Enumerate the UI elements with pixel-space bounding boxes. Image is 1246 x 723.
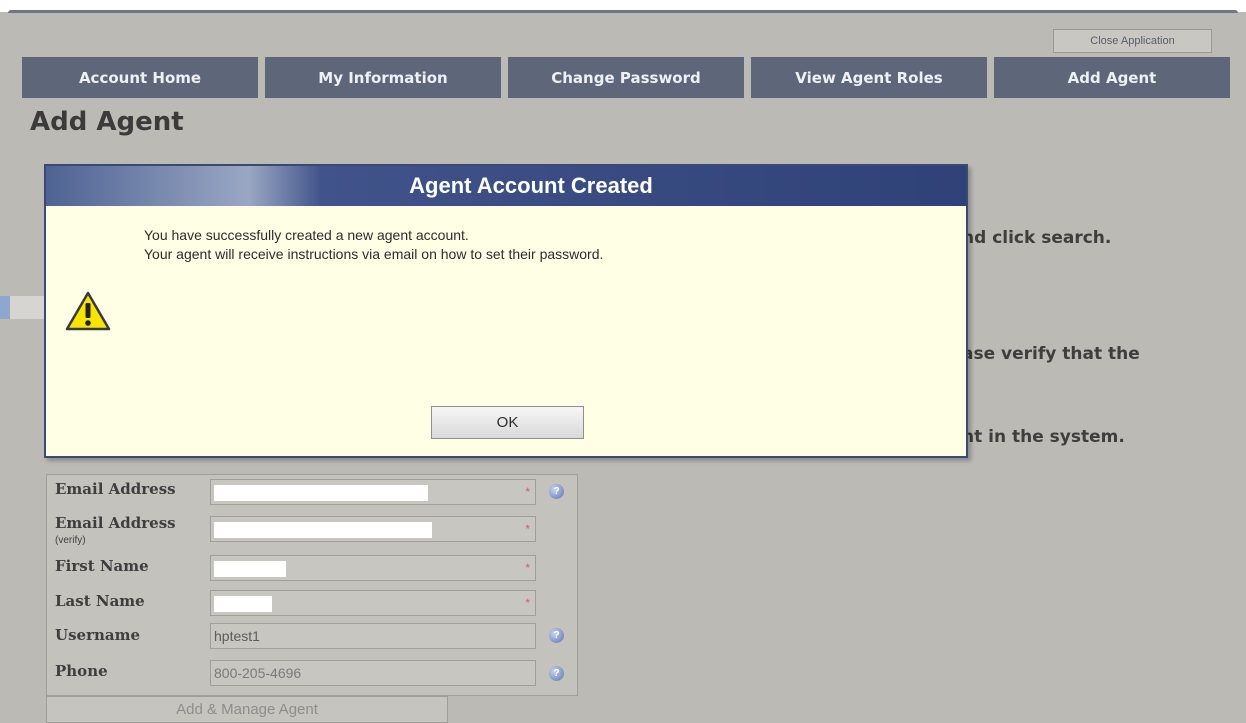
page-title: Add Agent bbox=[30, 107, 184, 137]
tab-change-password[interactable]: Change Password bbox=[508, 57, 744, 98]
email-verify-value bbox=[214, 522, 432, 538]
required-marker: * bbox=[525, 596, 530, 610]
phone-value: 800-205-4696 bbox=[214, 665, 302, 681]
required-marker: * bbox=[525, 485, 530, 499]
phone-field[interactable]: 800-205-4696 bbox=[210, 660, 536, 686]
last-name-label: Last Name bbox=[55, 592, 145, 610]
tab-my-information[interactable]: My Information bbox=[265, 57, 501, 98]
username-value: hptest1 bbox=[214, 628, 260, 644]
background-instruction-text: nd click search. bbox=[962, 228, 1112, 248]
dialog-title: Agent Account Created bbox=[46, 166, 966, 206]
email-verify-sublabel: (verify) bbox=[55, 535, 86, 546]
dialog-message-line2: Your agent will receive instructions via… bbox=[144, 246, 604, 262]
help-icon[interactable]: ? bbox=[549, 484, 564, 499]
warning-icon bbox=[65, 291, 111, 331]
window-frame-bar bbox=[8, 10, 1238, 13]
first-name-value bbox=[214, 561, 286, 577]
first-name-label: First Name bbox=[55, 557, 149, 575]
tab-account-home[interactable]: Account Home bbox=[22, 57, 258, 98]
first-name-field[interactable]: * bbox=[210, 555, 536, 581]
email-address-value bbox=[214, 485, 428, 501]
help-icon[interactable]: ? bbox=[549, 666, 564, 681]
close-application-button[interactable]: Close Application bbox=[1053, 29, 1212, 53]
tab-add-agent[interactable]: Add Agent bbox=[994, 57, 1230, 98]
add-manage-agent-button[interactable]: Add & Manage Agent bbox=[46, 696, 448, 723]
side-panel-tab[interactable] bbox=[0, 296, 46, 319]
ok-button[interactable]: OK bbox=[431, 406, 584, 439]
background-instruction-text: ase verify that the bbox=[962, 344, 1140, 364]
email-verify-field[interactable]: * bbox=[210, 516, 536, 542]
background-instruction-text: nt in the system. bbox=[962, 427, 1125, 447]
required-marker: * bbox=[525, 522, 530, 536]
username-label: Username bbox=[55, 626, 141, 644]
required-marker: * bbox=[525, 561, 530, 575]
help-icon[interactable]: ? bbox=[549, 628, 564, 643]
last-name-value bbox=[214, 596, 272, 612]
last-name-field[interactable]: * bbox=[210, 590, 536, 616]
email-verify-label: Email Address bbox=[55, 514, 176, 532]
dialog-message-line1: You have successfully created a new agen… bbox=[144, 227, 469, 243]
email-address-label: Email Address bbox=[55, 480, 176, 498]
username-field[interactable]: hptest1 bbox=[210, 623, 536, 649]
tab-view-agent-roles[interactable]: View Agent Roles bbox=[751, 57, 987, 98]
agent-created-dialog: Agent Account Created You have successfu… bbox=[44, 164, 968, 458]
email-address-field[interactable]: * bbox=[210, 479, 536, 505]
phone-label: Phone bbox=[55, 662, 108, 680]
